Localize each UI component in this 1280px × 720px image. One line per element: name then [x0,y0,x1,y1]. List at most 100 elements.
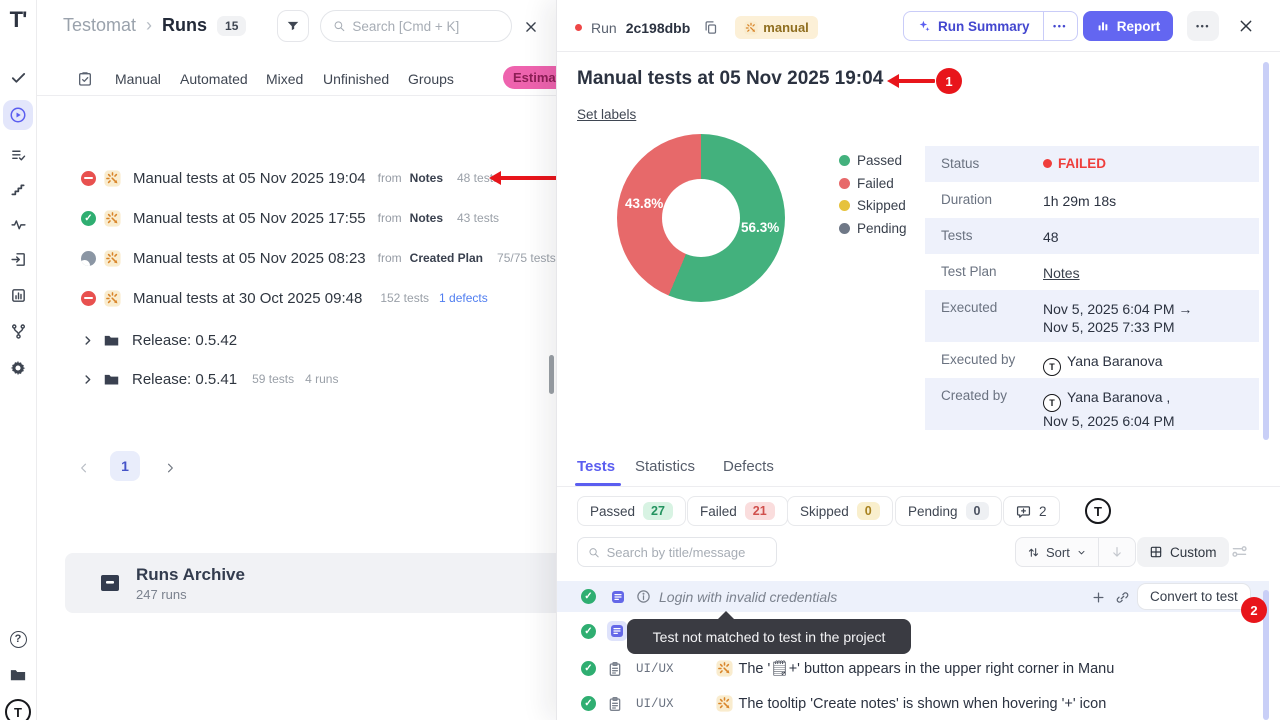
chip-count: 27 [643,502,673,520]
status-badge: FAILED [1043,156,1106,171]
release-folder-row[interactable]: Release: 0.5.42 [81,326,237,354]
run-title[interactable]: Manual tests at 30 Oct 2025 09:48 [133,290,362,307]
nav-docs[interactable] [3,660,33,690]
legend-label: Skipped [857,198,906,213]
run-defects-link[interactable]: 1 defects [439,291,488,305]
clipboard-check-icon [77,71,93,87]
tests-search-input[interactable] [607,545,766,560]
tab-statistics[interactable]: Statistics [635,458,695,475]
user-menu[interactable]: T [3,697,33,720]
funnel-icon [286,19,300,33]
info-circle-icon[interactable] [636,589,651,604]
detail-scrollbar-thumb[interactable] [1263,62,1269,440]
run-row[interactable]: Manual tests at 05 Nov 2025 17:55 from N… [81,204,499,232]
copy-run-id-button[interactable] [703,19,718,37]
run-summary-more-button[interactable]: ••• [1044,11,1078,41]
runs-archive-banner[interactable]: Runs Archive 247 runs [65,553,556,613]
runs-search[interactable] [320,10,512,42]
nav-branches[interactable] [3,316,33,346]
tab-mixed[interactable]: Mixed [266,71,303,87]
manual-run-icon [104,290,121,307]
tab-manual[interactable]: Manual [115,71,161,87]
custom-view-button[interactable]: Custom [1137,537,1229,567]
info-row-tests: Tests 48 [925,218,1259,254]
nav-analytics[interactable] [3,280,33,310]
close-detail-button[interactable] [1238,17,1254,35]
tests-search[interactable] [577,537,777,567]
runs-view-toggle[interactable] [77,70,93,88]
convert-to-test-button[interactable]: Convert to test [1137,583,1251,610]
search-icon [588,546,600,559]
test-row-selected[interactable]: Login with invalid credentials Convert t… [557,581,1269,612]
test-title[interactable]: The tooltip 'Create notes' is shown when… [739,696,1107,712]
run-row[interactable]: Manual tests at 05 Nov 2025 08:23 from C… [81,244,556,272]
pagination-page-1[interactable]: 1 [110,451,140,481]
report-button[interactable]: Report [1083,11,1173,41]
folder-title[interactable]: Release: 0.5.42 [132,332,237,349]
sort-button[interactable]: Sort [1016,538,1098,566]
assignee-avatar[interactable]: T [1085,498,1111,524]
sort-direction-button[interactable] [1099,538,1135,566]
tab-defects[interactable]: Defects [723,458,774,475]
plus-icon [1091,590,1106,605]
test-tag: UI/UX [636,697,674,711]
pagination-next[interactable] [163,459,177,477]
nav-help[interactable]: ? [3,624,33,654]
legend-label: Failed [857,176,894,191]
nav-activity[interactable] [3,209,33,239]
info-label: Duration [941,192,1043,207]
run-row[interactable]: Manual tests at 30 Oct 2025 09:48 152 te… [81,284,488,312]
chip-count: 2 [1039,504,1047,519]
help-icon: ? [10,631,27,648]
test-row[interactable]: UI/UX The '🗒+' button appears in the upp… [557,651,1269,686]
tab-unfinished[interactable]: Unfinished [323,71,389,87]
info-row-executed-by: Executed by TYana Baranova [925,342,1259,378]
pagination-prev[interactable] [77,459,91,477]
app-logo[interactable]: T' [3,5,33,35]
manual-run-icon [104,250,121,267]
note-icon-highlight [607,621,627,641]
run-title[interactable]: Manual tests at 05 Nov 2025 19:04 [133,170,366,187]
folder-title[interactable]: Release: 0.5.41 [132,371,237,388]
test-plan-link[interactable]: Notes [1043,264,1080,282]
test-title[interactable]: Login with invalid credentials [659,589,837,605]
chip-count: 21 [745,502,775,520]
comment-plus-icon [1016,504,1031,519]
release-folder-row[interactable]: Release: 0.5.41 59 tests 4 runs [81,365,338,393]
chip-passed[interactable]: Passed 27 [577,496,686,526]
run-title[interactable]: Manual tests at 05 Nov 2025 17:55 [133,210,366,227]
test-row[interactable]: UI/UX The tooltip 'Create notes' is show… [557,687,1269,720]
nav-tests[interactable] [3,62,33,92]
close-panel-button[interactable] [524,18,538,36]
check-icon [10,69,27,86]
filter-button[interactable] [277,10,309,42]
filter-settings-button[interactable] [1231,543,1248,561]
run-summary-button[interactable]: Run Summary [903,11,1044,41]
nav-settings[interactable] [3,353,33,383]
chip-skipped[interactable]: Skipped 0 [787,496,893,526]
chip-failed[interactable]: Failed 21 [687,496,788,526]
passed-status-icon [581,589,596,604]
nav-test-plans[interactable] [3,140,33,170]
chip-pending[interactable]: Pending 0 [895,496,1002,526]
search-input[interactable] [352,19,499,34]
archive-box-icon [98,571,122,595]
test-title[interactable]: The '🗒+' button appears in the upper rig… [739,660,1115,677]
nav-milestones[interactable] [3,174,33,204]
nav-runs[interactable] [3,100,33,130]
add-test-button[interactable] [1091,589,1106,607]
tab-automated[interactable]: Automated [180,71,248,87]
tab-groups[interactable]: Groups [408,71,454,87]
nav-import[interactable] [3,244,33,274]
tab-estimate-badge[interactable]: Estimate [503,66,556,89]
breadcrumb-project[interactable]: Testomat [63,15,136,36]
chip-comments[interactable]: 2 [1003,496,1060,526]
run-row[interactable]: Manual tests at 05 Nov 2025 19:04 from N… [81,164,499,192]
run-title[interactable]: Manual tests at 05 Nov 2025 08:23 [133,250,366,267]
link-test-button[interactable] [1115,589,1130,607]
set-labels-link[interactable]: Set labels [577,107,636,122]
tab-tests[interactable]: Tests [577,458,615,475]
more-actions-button[interactable]: ••• [1187,11,1219,41]
info-row-status: Status FAILED [925,146,1259,182]
list-scrollbar-thumb[interactable] [549,355,554,394]
